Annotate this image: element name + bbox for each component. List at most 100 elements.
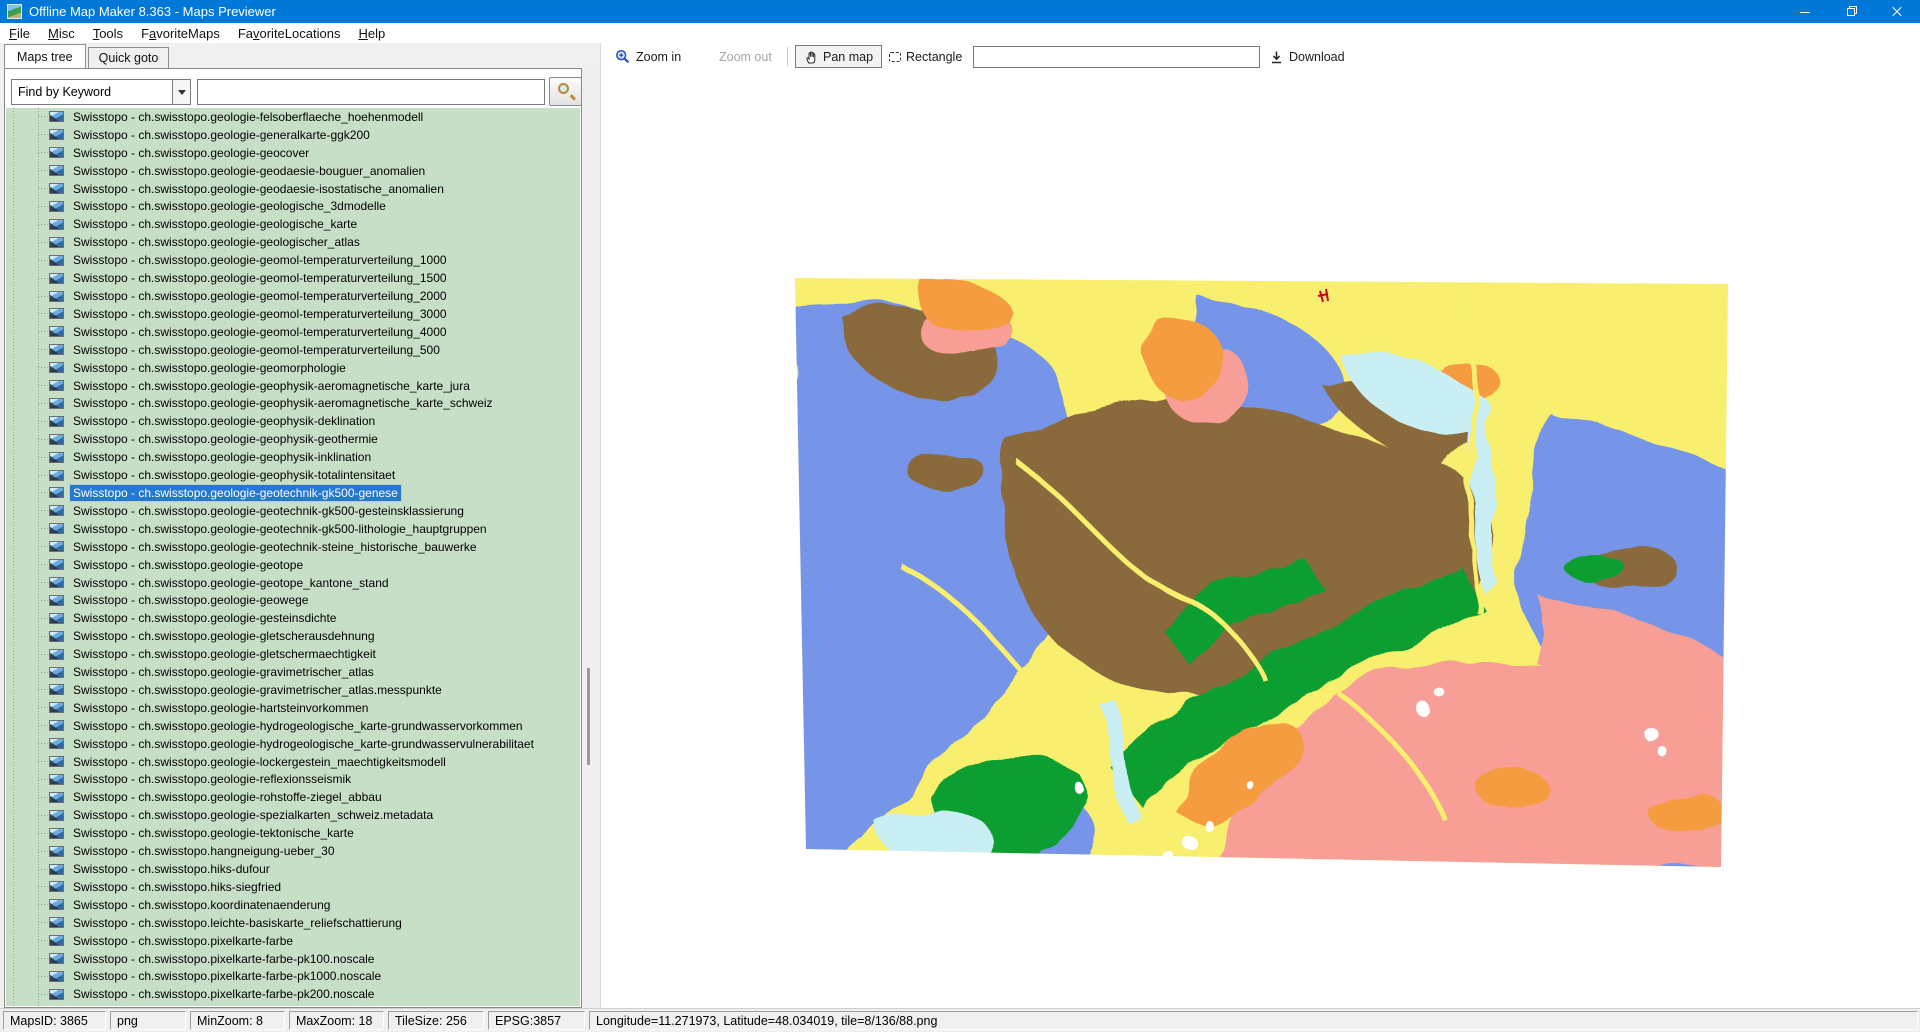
- maps-tree-list[interactable]: Swisstopo - ch.swisstopo.geologie-felsob…: [6, 108, 580, 1006]
- map-layer-label: Swisstopo - ch.swisstopo.geologie-geocov…: [70, 145, 312, 161]
- map-layer-row[interactable]: Swisstopo - ch.swisstopo.geologie-felsob…: [6, 108, 580, 126]
- map-layer-row[interactable]: Swisstopo - ch.swisstopo.geologie-geotec…: [6, 484, 580, 502]
- map-layer-row[interactable]: Swisstopo - ch.swisstopo.geologie-geoweg…: [6, 591, 580, 609]
- map-layer-row[interactable]: Swisstopo - ch.swisstopo.pixelkarte-farb…: [6, 932, 580, 950]
- map-layer-row[interactable]: Swisstopo - ch.swisstopo.geologie-geomol…: [6, 341, 580, 359]
- tree-branch-line: [38, 600, 49, 601]
- map-layer-icon: [49, 219, 64, 230]
- download-button[interactable]: Download: [1269, 46, 1345, 68]
- tab-quick-goto[interactable]: Quick goto: [88, 47, 170, 68]
- map-layer-row[interactable]: Swisstopo - ch.swisstopo.geologie-hydrog…: [6, 717, 580, 735]
- map-layer-row[interactable]: Swisstopo - ch.swisstopo.geologie-geotop…: [6, 574, 580, 592]
- map-layer-row[interactable]: Swisstopo - ch.swisstopo.geologie-geophy…: [6, 466, 580, 484]
- map-layer-label: Swisstopo - ch.swisstopo.geologie-gletsc…: [70, 628, 378, 644]
- map-layer-row[interactable]: Swisstopo - ch.swisstopo.hiks-dufour: [6, 860, 580, 878]
- map-layer-row[interactable]: Swisstopo - ch.swisstopo.geologie-gletsc…: [6, 627, 580, 645]
- map-layer-row[interactable]: Swisstopo - ch.swisstopo.leichte-basiska…: [6, 914, 580, 932]
- tree-branch-line: [38, 492, 49, 493]
- map-layer-icon: [49, 129, 64, 140]
- map-layer-row[interactable]: Swisstopo - ch.swisstopo.geologie-geodae…: [6, 180, 580, 198]
- map-layer-row[interactable]: Swisstopo - ch.swisstopo.geologie-genera…: [6, 126, 580, 144]
- tab-maps-tree[interactable]: Maps tree: [4, 44, 86, 68]
- menu-item[interactable]: FavoriteMaps: [132, 24, 229, 43]
- zoom-in-icon: [615, 49, 631, 65]
- map-layer-row[interactable]: Swisstopo - ch.swisstopo.hiks-siegfried: [6, 878, 580, 896]
- map-layer-row[interactable]: Swisstopo - ch.swisstopo.geologie-geophy…: [6, 448, 580, 466]
- search-mode-select[interactable]: Find by Keyword: [11, 79, 191, 105]
- map-preview[interactable]: [780, 265, 1740, 880]
- minimize-button[interactable]: [1782, 0, 1828, 23]
- close-button[interactable]: [1874, 0, 1920, 23]
- map-layer-row[interactable]: Swisstopo - ch.swisstopo.geologie-hydrog…: [6, 735, 580, 753]
- tree-branch-line: [38, 958, 49, 959]
- map-layer-row[interactable]: Swisstopo - ch.swisstopo.geologie-hartst…: [6, 699, 580, 717]
- tree-branch-line: [38, 116, 49, 117]
- map-layer-row[interactable]: Swisstopo - ch.swisstopo.koordinatenaend…: [6, 896, 580, 914]
- map-layer-row[interactable]: Swisstopo - ch.swisstopo.geologie-geophy…: [6, 412, 580, 430]
- tree-branch-line: [38, 707, 49, 708]
- map-layer-row[interactable]: Swisstopo - ch.swisstopo.geologie-geophy…: [6, 430, 580, 448]
- tree-branch-line: [38, 779, 49, 780]
- search-button[interactable]: [549, 77, 582, 106]
- map-layer-icon: [49, 452, 64, 463]
- toolbar-separator: [787, 47, 788, 66]
- map-layer-row[interactable]: Swisstopo - ch.swisstopo.geologie-geolog…: [6, 215, 580, 233]
- map-layer-row[interactable]: Swisstopo - ch.swisstopo.geologie-tekton…: [6, 824, 580, 842]
- map-layer-row[interactable]: Swisstopo - ch.swisstopo.geologie-geomol…: [6, 251, 580, 269]
- map-layer-row[interactable]: Swisstopo - ch.swisstopo.geologie-geophy…: [6, 377, 580, 395]
- search-mode-value: Find by Keyword: [12, 85, 172, 99]
- tree-branch-line: [38, 510, 49, 511]
- map-layer-row[interactable]: Swisstopo - ch.swisstopo.geologie-gletsc…: [6, 645, 580, 663]
- menu-item[interactable]: Help: [349, 24, 394, 43]
- map-layer-row[interactable]: Swisstopo - ch.swisstopo.geologie-gravim…: [6, 681, 580, 699]
- rectangle-button[interactable]: Rectangle: [889, 46, 962, 68]
- tree-scrollbar-thumb[interactable]: [587, 668, 590, 765]
- map-layer-row[interactable]: Swisstopo - ch.swisstopo.geologie-geotec…: [6, 502, 580, 520]
- map-layer-row[interactable]: Swisstopo - ch.swisstopo.geologie-spezia…: [6, 806, 580, 824]
- map-layer-row[interactable]: Swisstopo - ch.swisstopo.geologie-locker…: [6, 753, 580, 771]
- map-layer-row[interactable]: Swisstopo - ch.swisstopo.geologie-geotop…: [6, 556, 580, 574]
- toolbar-input[interactable]: [973, 46, 1260, 68]
- zoom-in-button[interactable]: Zoom in: [615, 46, 681, 68]
- map-layer-icon: [49, 613, 64, 624]
- map-layer-icon: [49, 846, 64, 857]
- menu-item[interactable]: Tools: [84, 24, 132, 43]
- map-layer-row[interactable]: Swisstopo - ch.swisstopo.geologie-geomol…: [6, 305, 580, 323]
- map-layer-row[interactable]: Swisstopo - ch.swisstopo.geologie-geophy…: [6, 395, 580, 413]
- map-layer-label: Swisstopo - ch.swisstopo.pixelkarte-farb…: [70, 968, 384, 984]
- menu-item[interactable]: File: [0, 24, 39, 43]
- map-layer-row[interactable]: Swisstopo - ch.swisstopo.geologie-geolog…: [6, 233, 580, 251]
- map-layer-row[interactable]: Swisstopo - ch.swisstopo.geologie-geomor…: [6, 359, 580, 377]
- map-layer-row[interactable]: Swisstopo - ch.swisstopo.geologie-geotec…: [6, 520, 580, 538]
- pan-map-button[interactable]: Pan map: [795, 45, 882, 68]
- status-segment: EPSG:3857: [488, 1011, 585, 1030]
- tree-branch-line: [38, 349, 49, 350]
- map-layer-row[interactable]: Swisstopo - ch.swisstopo.pixelkarte-farb…: [6, 950, 580, 968]
- combo-drop-button[interactable]: [172, 80, 190, 104]
- map-layer-row[interactable]: Swisstopo - ch.swisstopo.geologie-gravim…: [6, 663, 580, 681]
- map-layer-row[interactable]: Swisstopo - ch.swisstopo.geologie-gestei…: [6, 609, 580, 627]
- map-layer-row[interactable]: Swisstopo - ch.swisstopo.geologie-geomol…: [6, 323, 580, 341]
- search-icon: [558, 83, 569, 94]
- map-layer-row[interactable]: Swisstopo - ch.swisstopo.geologie-geocov…: [6, 144, 580, 162]
- menu-item[interactable]: Misc: [39, 24, 84, 43]
- restore-button[interactable]: [1828, 0, 1874, 23]
- search-input[interactable]: [197, 79, 545, 105]
- map-layer-row[interactable]: Swisstopo - ch.swisstopo.geologie-geomol…: [6, 287, 580, 305]
- status-bar: MapsID: 3865 png MinZoom: 8 MaxZoom: 18 …: [0, 1008, 1920, 1032]
- map-layer-row[interactable]: Swisstopo - ch.swisstopo.geologie-geomol…: [6, 269, 580, 287]
- map-layer-row[interactable]: Swisstopo - ch.swisstopo.pixelkarte-farb…: [6, 968, 580, 986]
- map-layer-row[interactable]: Swisstopo - ch.swisstopo.geologie-rohsto…: [6, 788, 580, 806]
- map-layer-label: Swisstopo - ch.swisstopo.geologie-gestei…: [70, 610, 339, 626]
- map-layer-row[interactable]: Swisstopo - ch.swisstopo.pixelkarte-farb…: [6, 985, 580, 1003]
- map-layer-row[interactable]: Swisstopo - ch.swisstopo.geologie-geodae…: [6, 162, 580, 180]
- map-layer-row[interactable]: Swisstopo - ch.swisstopo.geologie-geolog…: [6, 198, 580, 216]
- zoom-out-button: Zoom out: [719, 46, 772, 68]
- map-layer-row[interactable]: Swisstopo - ch.swisstopo.geologie-geotec…: [6, 538, 580, 556]
- status-segment: MinZoom: 8: [190, 1011, 285, 1030]
- tree-scrollbar[interactable]: [582, 68, 600, 1008]
- map-layer-row[interactable]: Swisstopo - ch.swisstopo.hangneigung-ueb…: [6, 842, 580, 860]
- status-segment: MaxZoom: 18: [289, 1011, 384, 1030]
- menu-item[interactable]: FavoriteLocations: [229, 24, 350, 43]
- map-layer-row[interactable]: Swisstopo - ch.swisstopo.geologie-reflex…: [6, 771, 580, 789]
